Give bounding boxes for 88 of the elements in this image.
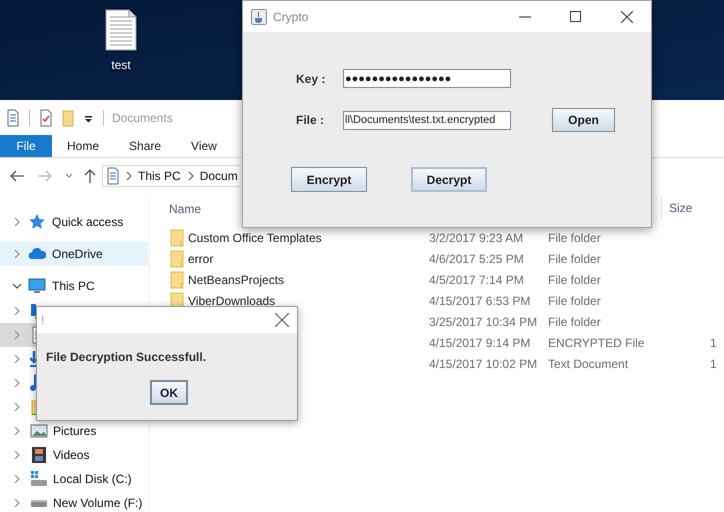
table-cell-text: Text Document: [548, 356, 630, 370]
nav-item[interactable]: Local Disk (C:): [0, 467, 148, 491]
ribbon-tab[interactable]: File: [0, 135, 52, 157]
chevron-right-icon[interactable]: [12, 402, 22, 412]
table-cell-text: 3/2/2017 9:23 AM: [429, 230, 524, 244]
table-cell-text: 4/15/2017 6:53 PM: [429, 294, 532, 308]
star-icon: [28, 213, 46, 231]
chevron-right-icon[interactable]: [12, 354, 22, 364]
ribbon-tab[interactable]: Home: [52, 135, 114, 157]
close-icon[interactable]: [621, 10, 633, 22]
window-title: Crypto: [273, 10, 308, 24]
chevron-right-icon[interactable]: [12, 378, 22, 388]
chevron-down-icon[interactable]: [12, 281, 22, 291]
chevron-right-icon[interactable]: [12, 217, 22, 227]
chevron-right-icon[interactable]: [12, 426, 22, 436]
chevron-right-icon[interactable]: [12, 474, 22, 484]
text-file-icon: [105, 9, 137, 51]
button[interactable]: Encrypt: [291, 167, 367, 192]
nav-item[interactable]: [0, 323, 36, 347]
file-name[interactable]: ViberDownloads: [188, 294, 276, 308]
chevron-right-icon[interactable]: [12, 330, 22, 340]
file-name[interactable]: error: [188, 252, 214, 266]
download-arrow-icon: [30, 350, 36, 368]
forward-arrow-icon[interactable]: [37, 168, 53, 184]
monitor-icon: [28, 277, 46, 295]
table-cell-text: 4/5/2017 7:14 PM: [429, 272, 525, 286]
file-name[interactable]: NetBeansProjects: [188, 272, 284, 286]
folder-icon: [30, 398, 36, 416]
table-cell-text: 3/25/2017 10:34 PM: [429, 314, 538, 328]
hard-drive-icon: [30, 500, 48, 506]
chevron-right-icon: [188, 171, 194, 181]
table-cell: 1: [710, 356, 717, 370]
column-header[interactable]: Name: [167, 202, 202, 216]
nav-item[interactable]: Quick access: [0, 210, 148, 234]
chevron-right-icon[interactable]: [12, 249, 22, 259]
file-path-field[interactable]: ll\Documents\test.txt.encrypted: [343, 110, 511, 130]
up-arrow-icon[interactable]: [83, 168, 97, 184]
table-cell-text: 4/15/2017 9:14 PM: [429, 336, 532, 350]
folder-icon: [170, 228, 184, 246]
message-text: File Decryption Successfull.: [45, 350, 206, 364]
table-cell-text: 4/6/2017 5:25 PM: [429, 252, 525, 266]
field-label: File :: [295, 113, 326, 127]
button[interactable]: Decrypt: [411, 167, 487, 192]
chevron-right-icon[interactable]: [12, 498, 22, 508]
chevron-right-icon: [126, 171, 132, 181]
breadcrumb[interactable]: This PC: [138, 169, 181, 183]
file-name[interactable]: test: [111, 58, 131, 72]
password-field[interactable]: ●●●●●●●●●●●●●●●●: [343, 69, 511, 88]
document-icon: [107, 167, 119, 185]
chevron-right-icon[interactable]: [12, 450, 22, 460]
table-cell-text: File folder: [548, 272, 602, 286]
address-bar[interactable]: This PC Docum: [102, 165, 241, 187]
nav-item[interactable]: Videos: [0, 443, 148, 467]
file-name[interactable]: Custom Office Templates: [188, 230, 322, 244]
chevron-right-icon[interactable]: [12, 306, 22, 316]
table-cell-text: File folder: [548, 294, 602, 308]
close-icon[interactable]: [275, 313, 289, 327]
back-arrow-icon[interactable]: [9, 168, 25, 184]
table-cell-text: 4/15/2017 10:02 PM: [429, 356, 538, 370]
ribbon-tab[interactable]: Share: [114, 135, 176, 157]
music-note-icon: [30, 374, 36, 392]
hard-drive-icon: [30, 470, 48, 488]
window-title: Documents: [112, 110, 173, 124]
nav-item[interactable]: Pictures: [0, 419, 148, 443]
table-cell-text: ENCRYPTED File: [548, 336, 646, 350]
table-cell-text: File folder: [548, 314, 602, 328]
nav-item[interactable]: This PC: [0, 274, 148, 298]
checklist-icon[interactable]: [40, 108, 52, 126]
button[interactable]: Open: [552, 108, 615, 132]
field-label: Key :: [295, 72, 326, 86]
nav-item[interactable]: New Volume (F:): [0, 491, 148, 512]
document-icon[interactable]: [7, 108, 19, 126]
column-header[interactable]: Size: [661, 196, 700, 218]
breadcrumb[interactable]: Docum: [200, 169, 238, 183]
ribbon-tab[interactable]: View: [176, 135, 232, 157]
ok-button[interactable]: OK: [150, 380, 188, 405]
folder-icon: [170, 250, 184, 268]
java-cup-icon: [251, 8, 267, 24]
folder-icon[interactable]: [62, 108, 74, 126]
picture-icon: [30, 422, 48, 440]
table-cell-text: File folder: [548, 252, 602, 266]
folder-icon: [170, 270, 184, 288]
table-cell: 1: [710, 336, 717, 350]
table-cell-text: File folder: [548, 230, 602, 244]
window-title: !: [41, 313, 44, 327]
film-icon: [30, 446, 48, 464]
maximize-icon[interactable]: [570, 10, 582, 22]
nav-item[interactable]: OneDrive: [0, 242, 148, 266]
